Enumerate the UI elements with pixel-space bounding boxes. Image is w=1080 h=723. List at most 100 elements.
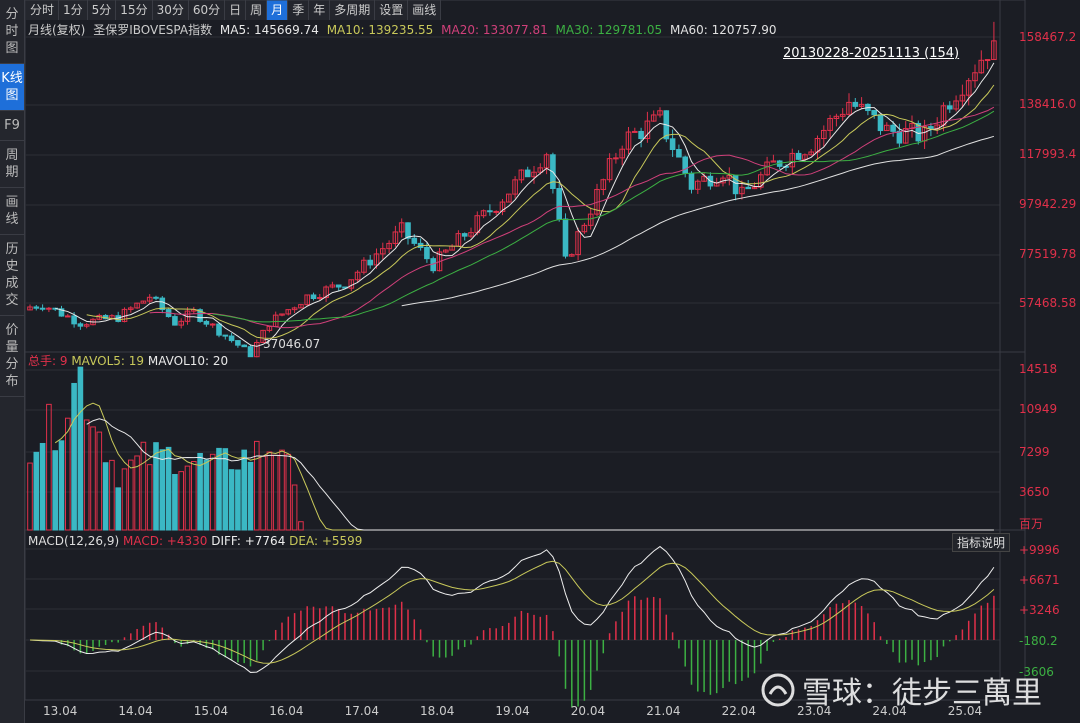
volume-bar: [52, 450, 58, 531]
candle-body: [871, 110, 878, 116]
volume-bar: [272, 454, 279, 531]
volume-bar: [46, 403, 52, 531]
volume-bar: [266, 451, 273, 531]
sidebar-item-1[interactable]: K线图: [0, 64, 24, 111]
sidebar-item-4[interactable]: 画线: [0, 188, 24, 235]
candle-body: [556, 187, 563, 220]
volume-bar: [254, 440, 260, 531]
candle-body: [461, 233, 468, 237]
volume-bar: [260, 455, 266, 531]
macd-name: MACD(12,26,9): [28, 534, 120, 548]
legend-ma20: MA20: 133077.81: [441, 23, 548, 37]
volume-axis-label: 14518: [1019, 362, 1058, 376]
vol-mavol5: MAVOL5: 19: [71, 354, 145, 368]
candle-body: [335, 284, 342, 288]
candle-body: [65, 315, 71, 318]
low-label: 37046.07: [263, 337, 321, 351]
volume-bar: [140, 441, 147, 531]
left-sidebar: 分时图 K线图 F9 周期 画线 历史成交 价量分布: [0, 0, 25, 723]
volume-bar: [96, 431, 103, 531]
candle-body: [222, 334, 229, 337]
volume-bar: [172, 473, 178, 531]
range-label[interactable]: 20130228-20251113 (154): [783, 46, 959, 61]
sidebar-item-5[interactable]: 历史成交: [0, 235, 24, 316]
sidebar-item-2[interactable]: F9: [0, 111, 24, 141]
volume-bar: [184, 465, 191, 531]
candle-body: [241, 344, 247, 348]
macd-axis-label: +9996: [1019, 543, 1060, 557]
volume-bar: [247, 461, 254, 531]
candle-body: [688, 172, 695, 190]
volume-bar: [146, 464, 153, 531]
vol-mavol10: MAVOL10: 20: [147, 354, 229, 368]
x-axis-label: 21.04: [646, 704, 681, 718]
x-axis-label: 15.04: [193, 704, 229, 718]
volume-bar: [77, 366, 84, 531]
volume-bar: [33, 451, 40, 531]
ma10-line: [86, 84, 995, 339]
candle-body: [77, 323, 84, 327]
candle-body: [613, 157, 619, 160]
candle-body: [424, 246, 430, 260]
volume-bar: [121, 468, 128, 531]
volume-bar: [27, 462, 33, 531]
candle-body: [524, 169, 531, 178]
candle-body: [405, 222, 411, 239]
sidebar-item-3[interactable]: 周期: [0, 141, 24, 188]
price-axis-label: 97942.29: [1019, 197, 1077, 211]
candle-body: [317, 297, 323, 300]
x-axis-label: 14.04: [118, 704, 153, 718]
volume-bar: [39, 442, 46, 531]
candle-body: [562, 218, 569, 257]
legend-ma60: MA60: 120757.90: [669, 23, 777, 37]
volume-bar: [228, 469, 235, 531]
candle-body: [682, 156, 689, 174]
candle-body: [46, 307, 52, 310]
volume-bar: [83, 419, 90, 531]
price-axis-label: 57468.58: [1019, 296, 1077, 310]
sidebar-item-6[interactable]: 价量分布: [0, 316, 24, 397]
volume-axis-label: 10949: [1019, 402, 1058, 416]
macd-axis-label: +6671: [1019, 573, 1060, 587]
candle-body: [928, 126, 934, 129]
volume-bar: [178, 471, 184, 531]
candle-body: [877, 114, 884, 132]
candle-body: [852, 101, 859, 107]
volume-bar: [71, 382, 77, 531]
indicator-help-button[interactable]: 指标说明: [952, 533, 1011, 552]
candle-body: [367, 259, 373, 266]
macd-axis-label: -180.2: [1019, 634, 1058, 648]
candle-body: [235, 340, 241, 346]
watermark: 雪球：徒步三萬里: [760, 668, 1042, 712]
candle-body: [153, 296, 159, 299]
volume-bar: [102, 462, 109, 531]
legend-title: 月线(复权): [28, 23, 86, 37]
volume-legend: 总手: 9 MAVOL5: 19 MAVOL10: 20: [28, 352, 228, 369]
candle-body: [669, 138, 676, 151]
legend-ma5: MA5: 145669.74: [219, 23, 319, 37]
volume-axis-label: 3650: [1019, 485, 1050, 499]
x-axis-label: 16.04: [269, 704, 304, 718]
volume-bar: [235, 469, 241, 531]
legend-ma10: MA10: 139235.55: [326, 23, 434, 37]
volume-bar: [109, 459, 115, 531]
volume-bar: [165, 446, 172, 531]
sidebar-item-0[interactable]: 分时图: [0, 0, 24, 64]
candle-body: [39, 307, 46, 310]
legend-index-name: 圣保罗IBOVESPA指数: [93, 23, 213, 37]
x-axis-label: 17.04: [344, 704, 379, 718]
candle-body: [310, 294, 317, 300]
macd-axis-label: +3246: [1019, 603, 1060, 617]
candle-body: [209, 323, 216, 326]
candle-body: [172, 316, 178, 326]
candle-body: [676, 149, 682, 158]
candle-body: [795, 152, 802, 160]
volume-bar: [241, 449, 247, 531]
volume-bar: [279, 449, 285, 531]
x-axis-label: 18.04: [420, 704, 455, 718]
candle-body: [493, 210, 499, 213]
candle-body: [638, 130, 644, 140]
macd-dea: DEA: +5599: [289, 534, 363, 548]
candle-body: [947, 105, 953, 110]
candle-body: [203, 320, 210, 325]
